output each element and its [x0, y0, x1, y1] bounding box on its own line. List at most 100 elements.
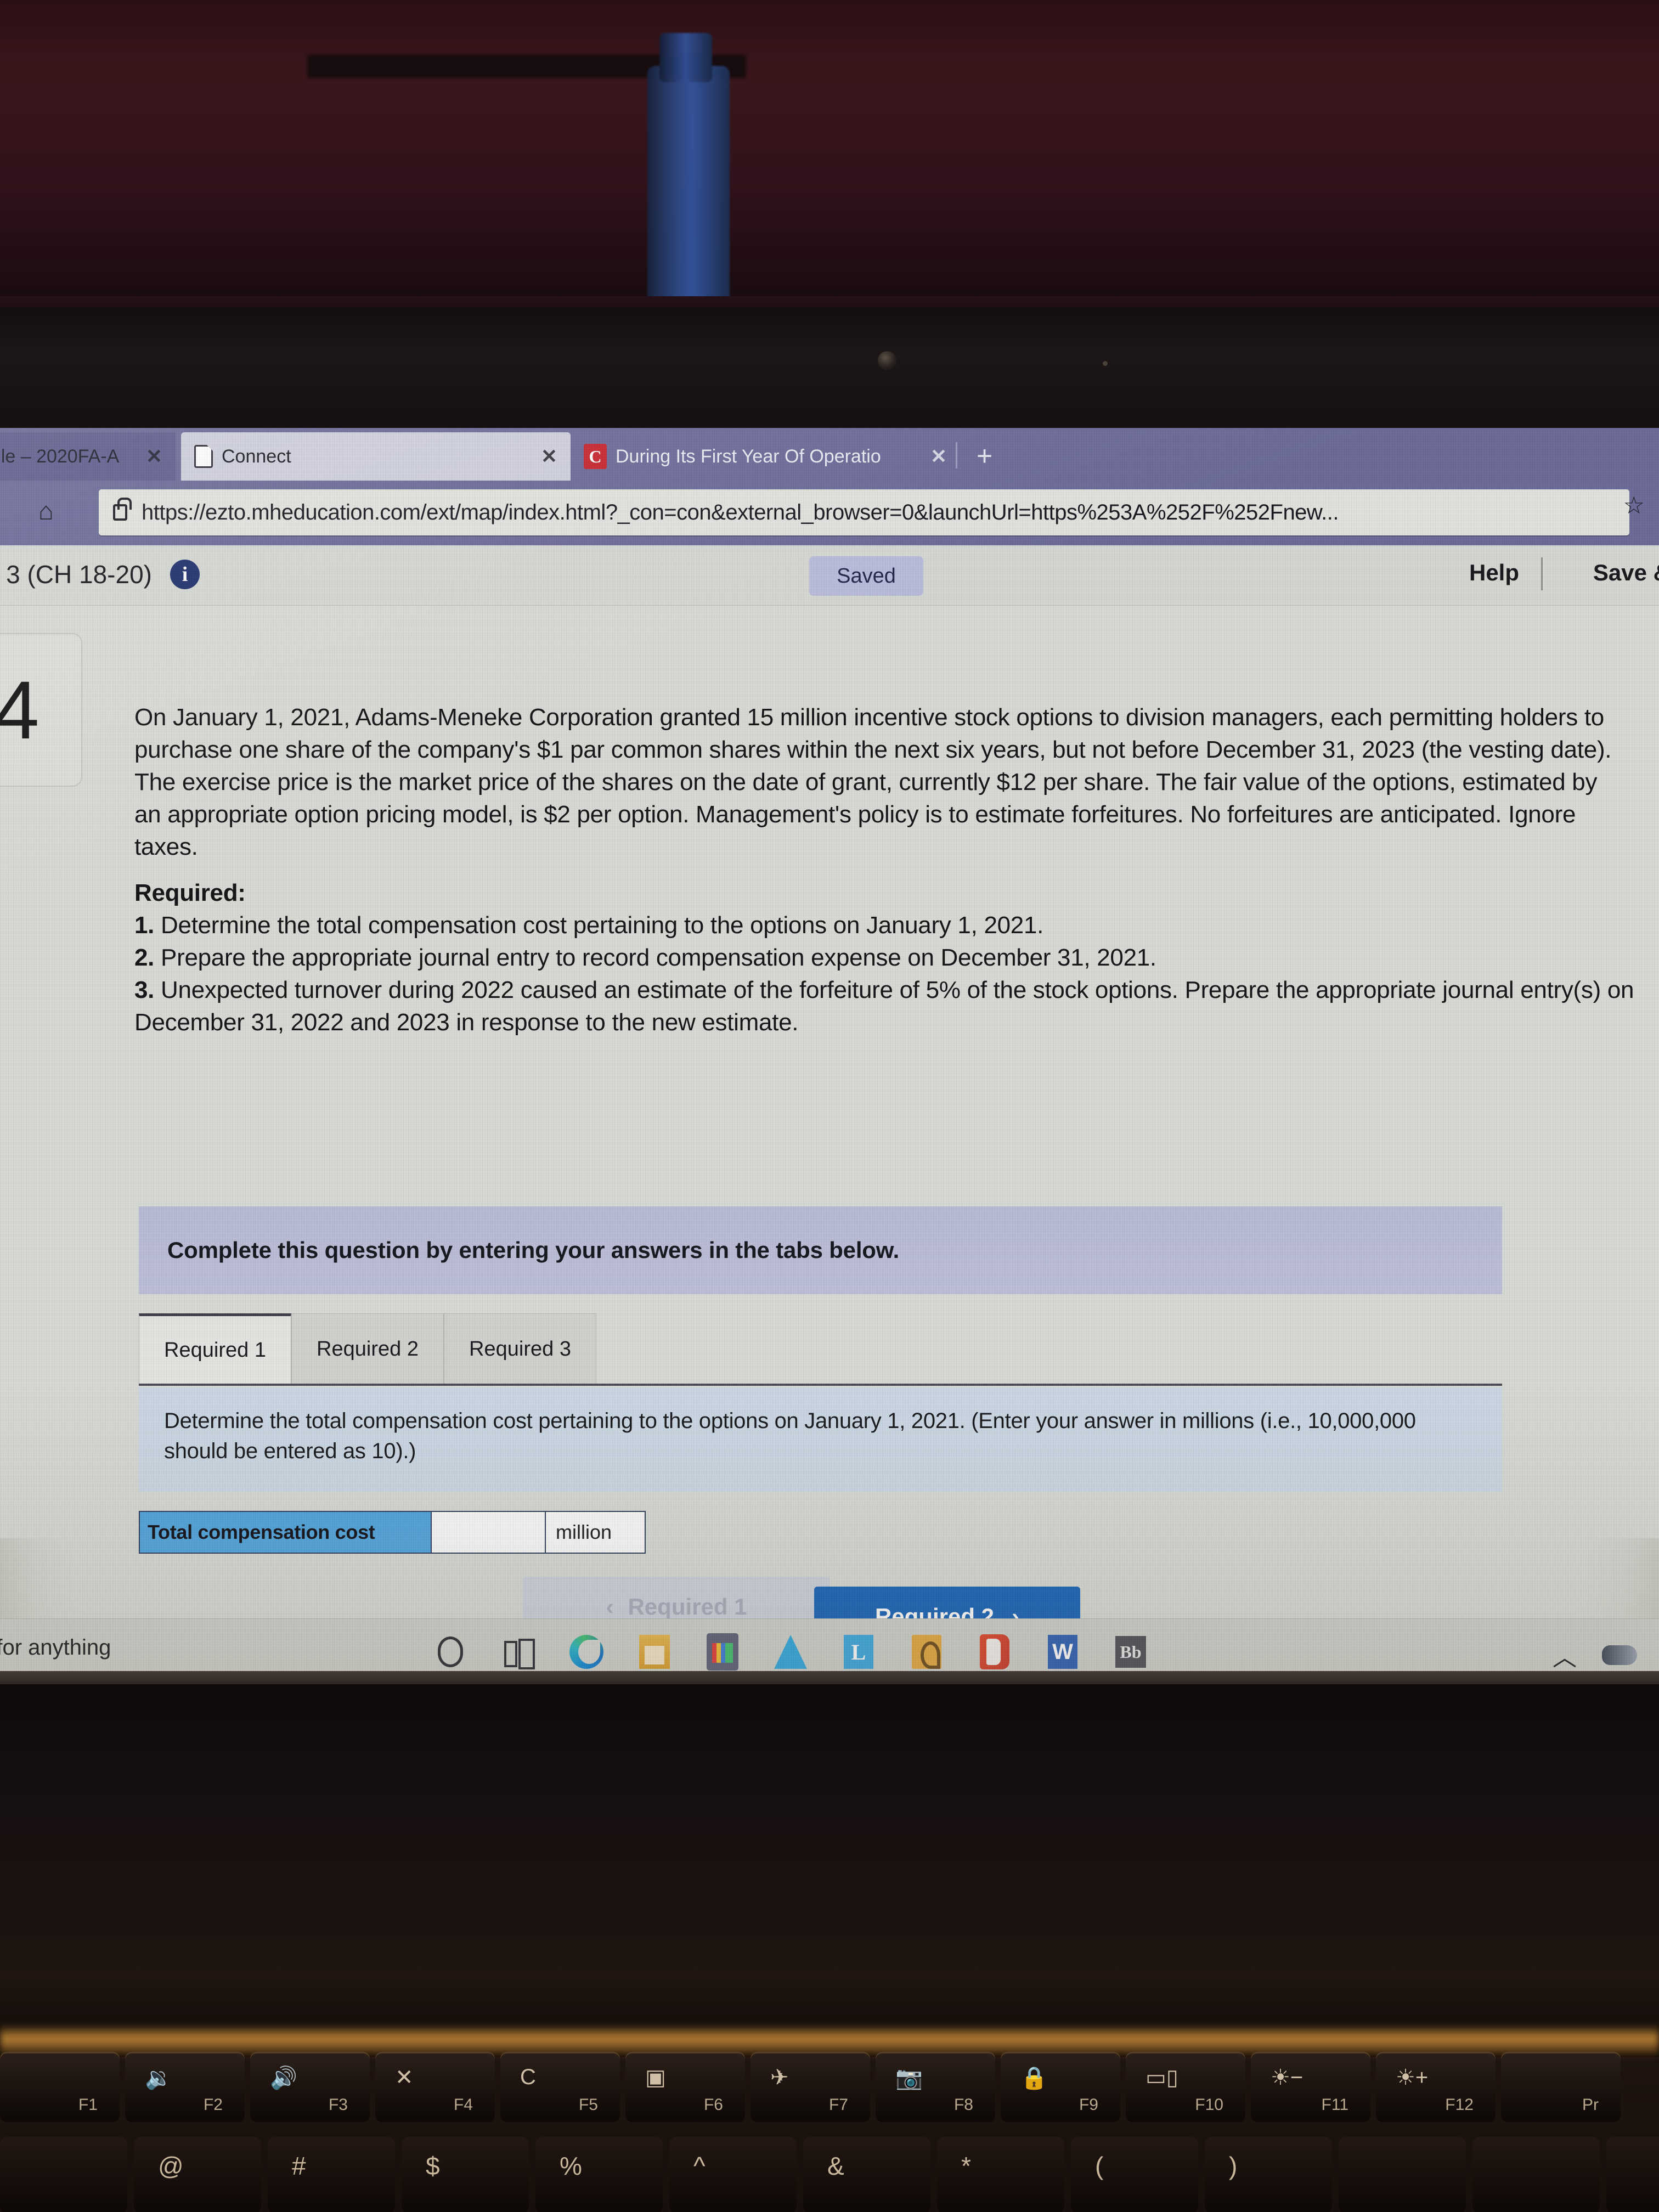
complete-question-banner: Complete this question by entering your …	[139, 1206, 1502, 1294]
snip-tool-icon[interactable]	[706, 1633, 740, 1671]
volume-down-icon: 🔉	[145, 2066, 172, 2090]
close-icon[interactable]: ✕	[541, 445, 557, 468]
search-input[interactable]: ch for anything	[0, 1635, 111, 1660]
key-f11[interactable]: ☀− F11	[1251, 2052, 1370, 2122]
star-icon[interactable]: ☆	[1623, 492, 1645, 520]
key-symbol: &	[827, 2152, 844, 2180]
save-and-exit-button[interactable]: Save &	[1593, 560, 1659, 586]
key-0[interactable]: )	[1205, 2137, 1332, 2212]
system-tray: ︿	[1553, 1638, 1637, 1673]
home-icon[interactable]: ⌂	[38, 496, 54, 526]
task-view-icon[interactable]	[501, 1635, 535, 1669]
answer-label-cell: Total compensation cost	[140, 1512, 431, 1553]
brightness-down-icon: ☀−	[1271, 2066, 1304, 2090]
photo-of-laptop: dule – 2020FA-A ✕ Connect ✕ C During Its…	[0, 0, 1659, 2212]
key-label: F6	[703, 2096, 723, 2114]
tab-title: Connect	[222, 445, 291, 467]
info-circle-icon[interactable]: i	[170, 560, 200, 589]
tab-required-1[interactable]: Required 1	[139, 1313, 291, 1385]
page-icon	[194, 445, 213, 468]
browser-tab-chegg[interactable]: C During Its First Year Of Operatio ✕	[571, 432, 960, 481]
onedrive-icon[interactable]	[1602, 1645, 1637, 1665]
key-symbol: ^	[693, 2152, 706, 2180]
key-label: F9	[1079, 2096, 1098, 2114]
required-item-1: 1. Determine the total compensation cost…	[134, 911, 1044, 939]
total-compensation-cost-input[interactable]	[431, 1512, 546, 1553]
key-7[interactable]: &	[803, 2137, 930, 2212]
key-label: F4	[453, 2096, 473, 2114]
camera-off-icon: 📷	[895, 2066, 923, 2090]
office-icon[interactable]	[978, 1634, 1012, 1669]
key-label: F3	[328, 2096, 348, 2114]
question-text: On January 1, 2021, Adams-Meneke Corpora…	[134, 704, 1612, 860]
key-f4[interactable]: ✕ F4	[375, 2052, 495, 2122]
question-number-badge: 4	[0, 633, 82, 787]
key-2[interactable]: @	[134, 2137, 261, 2212]
tab-required-3[interactable]: Required 3	[444, 1313, 596, 1385]
volume-up-icon: 🔊	[270, 2066, 297, 2090]
key-label: F7	[828, 2096, 848, 2114]
key-symbol: #	[292, 2152, 306, 2180]
key-label: F8	[953, 2096, 973, 2114]
key-symbol: *	[961, 2152, 971, 2180]
key-backspace[interactable]	[1606, 2137, 1659, 2212]
key-8[interactable]: *	[937, 2137, 1064, 2212]
key-f1[interactable]: F1	[0, 2052, 120, 2122]
blackboard-bb-icon[interactable]: Bb	[1114, 1635, 1148, 1669]
key-f6[interactable]: ▣ F6	[625, 2052, 745, 2122]
key-5[interactable]: %	[535, 2137, 663, 2212]
url-text: https://ezto.mheducation.com/ext/map/ind…	[142, 500, 1339, 524]
close-icon[interactable]: ✕	[930, 445, 947, 468]
lens-L-icon[interactable]: L	[842, 1635, 876, 1669]
instruction-panel: Determine the total compensation cost pe…	[139, 1387, 1502, 1492]
key-label: F12	[1445, 2096, 1474, 2114]
key-f12[interactable]: ☀+ F12	[1376, 2052, 1496, 2122]
function-key-row: F1 🔉 F2 🔊 F3 ✕ F4 C F5 ▣ F6 ✈ F7 📷 F8 🔒 …	[0, 2052, 1659, 2134]
laptop-palmrest	[0, 1684, 1659, 1970]
key-9[interactable]: (	[1071, 2137, 1198, 2212]
triangle-app-icon[interactable]	[774, 1635, 808, 1669]
answer-unit-cell: million	[546, 1512, 645, 1553]
display-switch-icon: ▭▯	[1146, 2066, 1178, 2090]
key-f3[interactable]: 🔊 F3	[250, 2052, 370, 2122]
microsoft-store-icon[interactable]	[637, 1635, 672, 1669]
key-backtick[interactable]	[0, 2137, 127, 2212]
chevron-up-icon[interactable]: ︿	[1553, 1638, 1577, 1673]
key-f9[interactable]: 🔒 F9	[1001, 2052, 1120, 2122]
connect-app-header: m 3 (CH 18-20) i Saved Help Save &	[0, 545, 1659, 606]
url-field[interactable]: https://ezto.mheducation.com/ext/map/ind…	[99, 489, 1629, 535]
key-f7[interactable]: ✈ F7	[751, 2052, 870, 2122]
amazon-app-icon[interactable]	[910, 1635, 944, 1669]
banner-text: Complete this question by entering your …	[167, 1237, 900, 1263]
key-f8[interactable]: 📷 F8	[876, 2052, 995, 2122]
microsoft-word-icon[interactable]: W	[1046, 1635, 1080, 1669]
key-equals[interactable]	[1472, 2137, 1600, 2212]
browser-tab-1[interactable]: dule – 2020FA-A ✕	[0, 432, 176, 481]
microsoft-edge-icon[interactable]	[569, 1635, 603, 1681]
key-print-screen[interactable]: Pr	[1501, 2052, 1621, 2122]
key-label: F1	[78, 2096, 98, 2114]
browser-tab-connect[interactable]: Connect ✕	[181, 432, 571, 481]
key-symbol: @	[158, 2152, 184, 2180]
new-tab-button[interactable]: +	[977, 440, 992, 472]
key-minus[interactable]	[1339, 2137, 1466, 2212]
required-item-3: 3. Unexpected turnover during 2022 cause…	[134, 976, 1634, 1036]
required-tabs: Required 1 Required 2 Required 3	[139, 1313, 596, 1385]
key-f5[interactable]: C F5	[500, 2052, 620, 2122]
key-label: Pr	[1582, 2096, 1599, 2114]
webcam-icon	[878, 351, 896, 370]
key-4[interactable]: $	[402, 2137, 529, 2212]
cortana-circle-icon[interactable]	[433, 1635, 467, 1669]
key-symbol: (	[1095, 2152, 1104, 2180]
brightness-up-icon: ☀+	[1396, 2066, 1429, 2090]
mute-icon: ✕	[395, 2066, 414, 2090]
tab-required-2[interactable]: Required 2	[291, 1313, 444, 1385]
assignment-title: m 3 (CH 18-20)	[0, 560, 152, 589]
close-icon[interactable]: ✕	[146, 445, 162, 468]
help-button[interactable]: Help	[1469, 560, 1519, 586]
chevron-left-icon: ‹	[606, 1594, 614, 1620]
key-f2[interactable]: 🔉 F2	[125, 2052, 245, 2122]
key-6[interactable]: ^	[669, 2137, 797, 2212]
key-f10[interactable]: ▭▯ F10	[1126, 2052, 1245, 2122]
key-3[interactable]: #	[268, 2137, 395, 2212]
